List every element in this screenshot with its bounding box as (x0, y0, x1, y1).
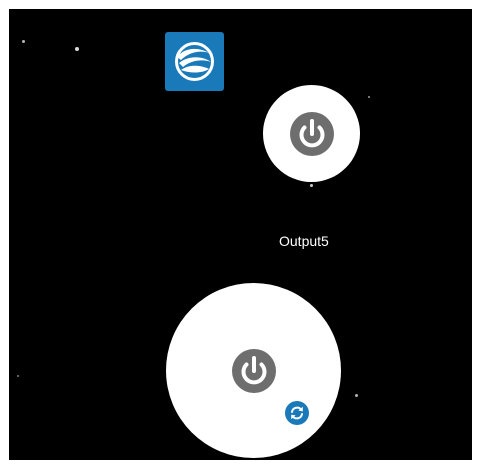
star (368, 96, 370, 98)
app-logo-icon[interactable] (165, 32, 224, 91)
star (310, 184, 313, 187)
output-power-button-small[interactable] (263, 85, 360, 182)
star (17, 375, 19, 377)
star (75, 47, 79, 51)
star (355, 394, 358, 397)
refresh-icon (285, 401, 309, 425)
output-power-button[interactable] (166, 283, 341, 458)
output-label: Output5 (279, 233, 329, 249)
desktop-background: Output5 (9, 9, 472, 460)
star (22, 40, 25, 43)
refresh-button[interactable] (285, 401, 309, 425)
power-icon (231, 348, 277, 394)
power-icon (289, 111, 335, 157)
